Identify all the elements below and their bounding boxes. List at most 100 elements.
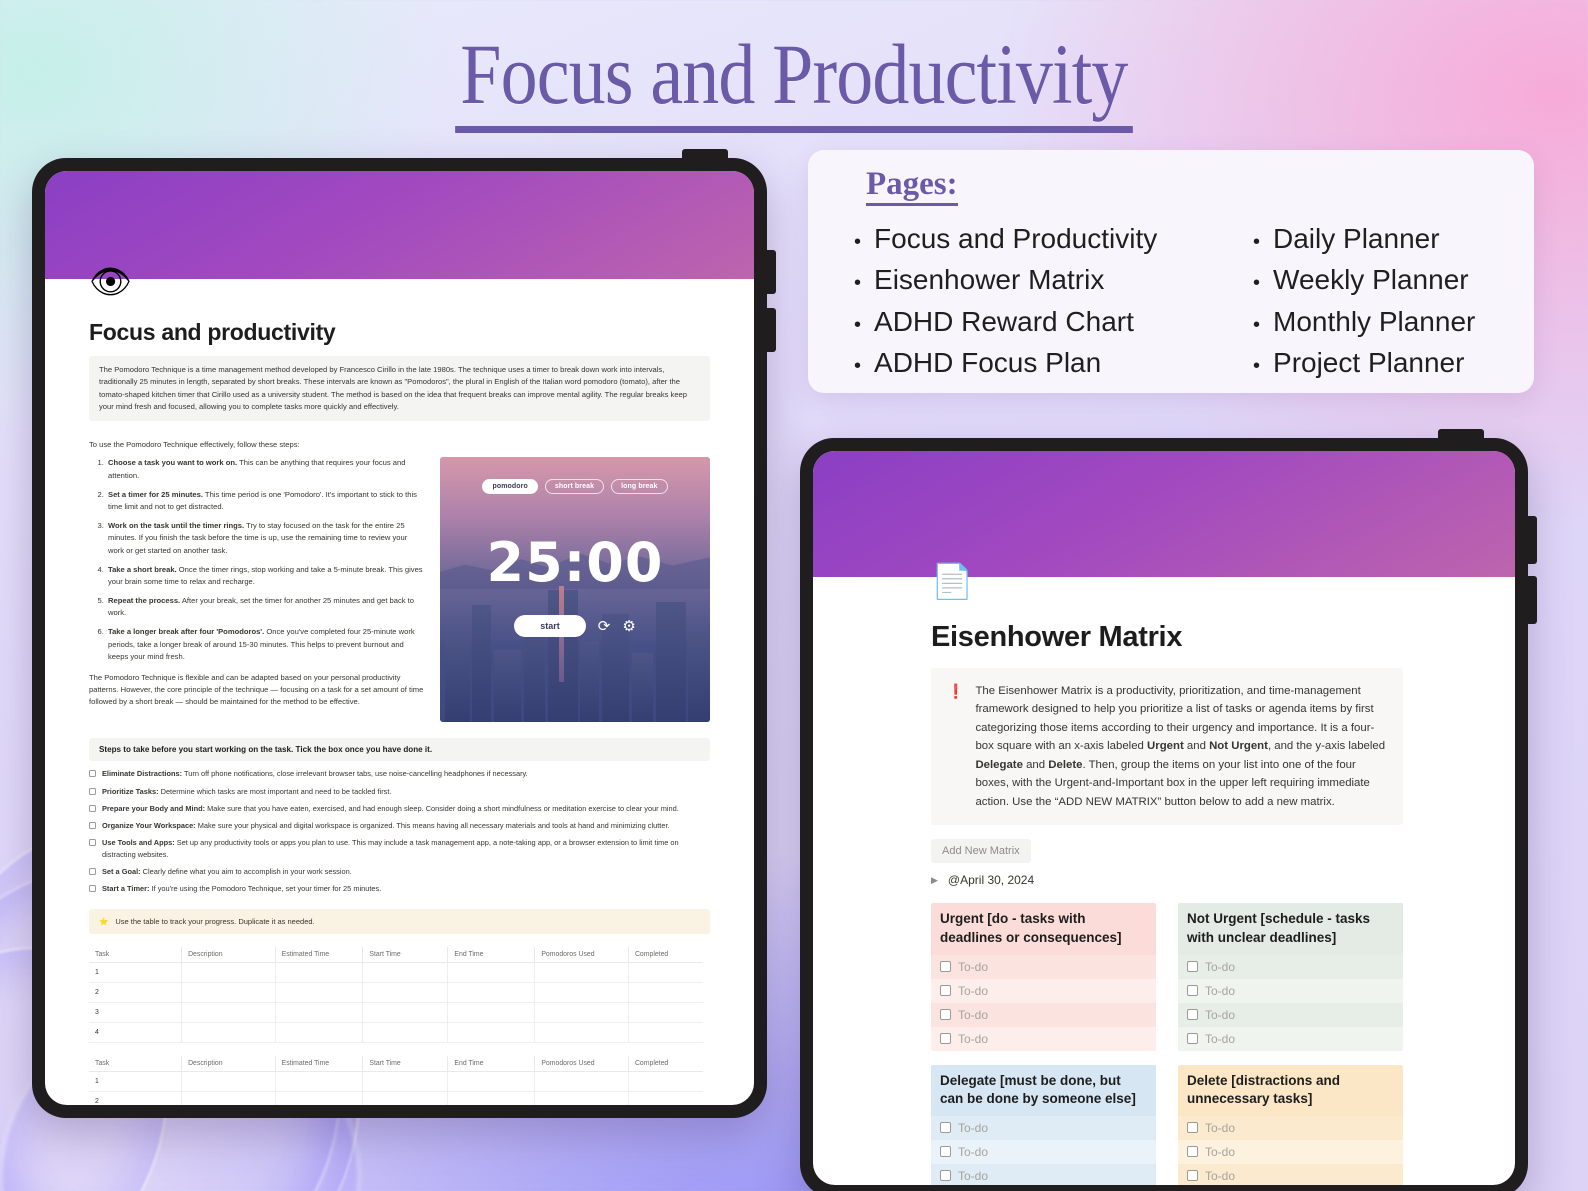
table-row[interactable]: 1 [89,1071,703,1092]
table-row[interactable]: 2 [89,1091,703,1105]
table-row[interactable]: 2 [89,982,703,1003]
table-cell[interactable] [628,1022,703,1043]
pomodoro-start-button[interactable]: start [514,615,586,638]
checkbox[interactable] [940,985,951,997]
toggle-triangle-icon[interactable]: ▶ [931,875,938,886]
table-cell[interactable] [628,1071,703,1092]
table-cell[interactable]: 2 [89,1091,183,1105]
table-cell[interactable] [447,1022,536,1043]
table-cell[interactable] [181,1002,276,1023]
checkbox[interactable] [1187,1009,1198,1021]
pomodoro-timer-embed[interactable]: pomodoro short break long break 25:00 star… [440,457,710,723]
volume-down-button[interactable] [1525,576,1537,624]
table-cell[interactable] [628,1091,703,1105]
gear-icon[interactable]: ⚙ [622,619,635,634]
table-cell[interactable] [181,1071,276,1092]
table-cell[interactable] [447,982,536,1003]
table-cell[interactable] [628,962,703,983]
table-cell[interactable] [447,1071,536,1092]
checkbox[interactable] [89,822,96,830]
checkbox[interactable] [89,770,96,778]
volume-up-button[interactable] [1525,516,1537,564]
table-row[interactable]: 4 [89,1022,703,1043]
table-cell[interactable] [362,962,449,983]
checkbox[interactable] [1187,1122,1198,1134]
todo-row[interactable]: To-do [931,978,1156,1003]
add-new-matrix-button[interactable]: Add New Matrix [931,839,1031,864]
volume-up-button[interactable] [764,250,776,294]
pages-list-item[interactable]: • ADHD Focus Plan [854,342,1239,383]
table-cell[interactable]: 2 [89,982,183,1003]
pages-list-item[interactable]: • ADHD Reward Chart [854,301,1239,342]
checkbox[interactable] [1187,961,1198,973]
table-cell[interactable] [275,1002,364,1023]
table-cell[interactable] [362,1002,449,1023]
checkbox[interactable] [940,1146,951,1158]
pomodoro-tab-short-break[interactable]: short break [544,479,605,495]
pages-list-item[interactable]: • Project Planner [1253,342,1533,383]
table-row[interactable]: 3 [89,1002,703,1023]
table-cell[interactable] [181,982,276,1003]
pomodoro-mode-tabs[interactable]: pomodoro short break long break [440,479,710,495]
power-button[interactable] [1438,429,1484,441]
table-cell[interactable] [534,962,629,983]
table-cell[interactable] [447,962,536,983]
table-cell[interactable] [362,982,449,1003]
table-cell[interactable] [275,1071,364,1092]
table-cell[interactable] [362,1071,449,1092]
todo-row[interactable]: To-do [1178,1026,1403,1051]
table-cell[interactable] [181,1091,276,1105]
table-cell[interactable] [447,1002,536,1023]
pages-list-item[interactable]: • Daily Planner [1253,218,1533,259]
todo-row[interactable]: To-do [931,1139,1156,1164]
table-cell[interactable] [275,962,364,983]
checkbox[interactable] [940,1122,951,1134]
todo-row[interactable]: To-do [931,1026,1156,1051]
checkbox[interactable] [89,804,96,812]
checkbox[interactable] [89,839,96,847]
todo-row[interactable]: To-do [931,954,1156,979]
todo-row[interactable]: To-do [931,1115,1156,1140]
pomodoro-tab-pomodoro[interactable]: pomodoro [482,479,538,495]
table-cell[interactable] [534,982,629,1003]
table-cell[interactable] [447,1091,536,1105]
checkbox[interactable] [940,1170,951,1182]
power-button[interactable] [682,149,728,161]
matrix-date-row[interactable]: ▶ @April 30, 2024 [931,873,1403,887]
table-cell[interactable] [362,1022,449,1043]
todo-row[interactable]: To-do [1178,978,1403,1003]
table-cell[interactable] [181,962,276,983]
table-cell[interactable] [534,1022,629,1043]
todo-row[interactable]: To-do [931,1002,1156,1027]
checkbox[interactable] [940,1009,951,1021]
pages-list-item[interactable]: • Focus and Productivity [854,218,1239,259]
checkbox[interactable] [89,868,96,876]
todo-row[interactable]: To-do [1178,1115,1403,1140]
table-cell[interactable] [628,1002,703,1023]
reset-icon[interactable]: ⟳ [598,619,611,634]
pages-list-item[interactable]: • Eisenhower Matrix [854,259,1239,300]
todo-row[interactable]: To-do [1178,1139,1403,1164]
checkbox[interactable] [89,885,96,893]
table-cell[interactable] [534,1002,629,1023]
table-cell[interactable] [275,1022,364,1043]
table-cell[interactable]: 1 [89,962,183,983]
table-cell[interactable] [628,982,703,1003]
todo-row[interactable]: To-do [931,1163,1156,1185]
table-cell[interactable]: 3 [89,1002,183,1023]
todo-row[interactable]: To-do [1178,1163,1403,1185]
volume-down-button[interactable] [764,308,776,352]
table-cell[interactable] [534,1071,629,1092]
pomodoro-tab-long-break[interactable]: long break [611,479,668,495]
checkbox[interactable] [940,1033,951,1045]
table-cell[interactable] [275,1091,364,1105]
pages-list-item[interactable]: • Weekly Planner [1253,259,1533,300]
todo-row[interactable]: To-do [1178,954,1403,979]
checkbox[interactable] [1187,985,1198,997]
table-cell[interactable]: 4 [89,1022,183,1043]
checkbox[interactable] [1187,1033,1198,1045]
table-cell[interactable] [275,982,364,1003]
table-cell[interactable] [362,1091,449,1105]
checkbox[interactable] [1187,1146,1198,1158]
table-row[interactable]: 1 [89,962,703,983]
